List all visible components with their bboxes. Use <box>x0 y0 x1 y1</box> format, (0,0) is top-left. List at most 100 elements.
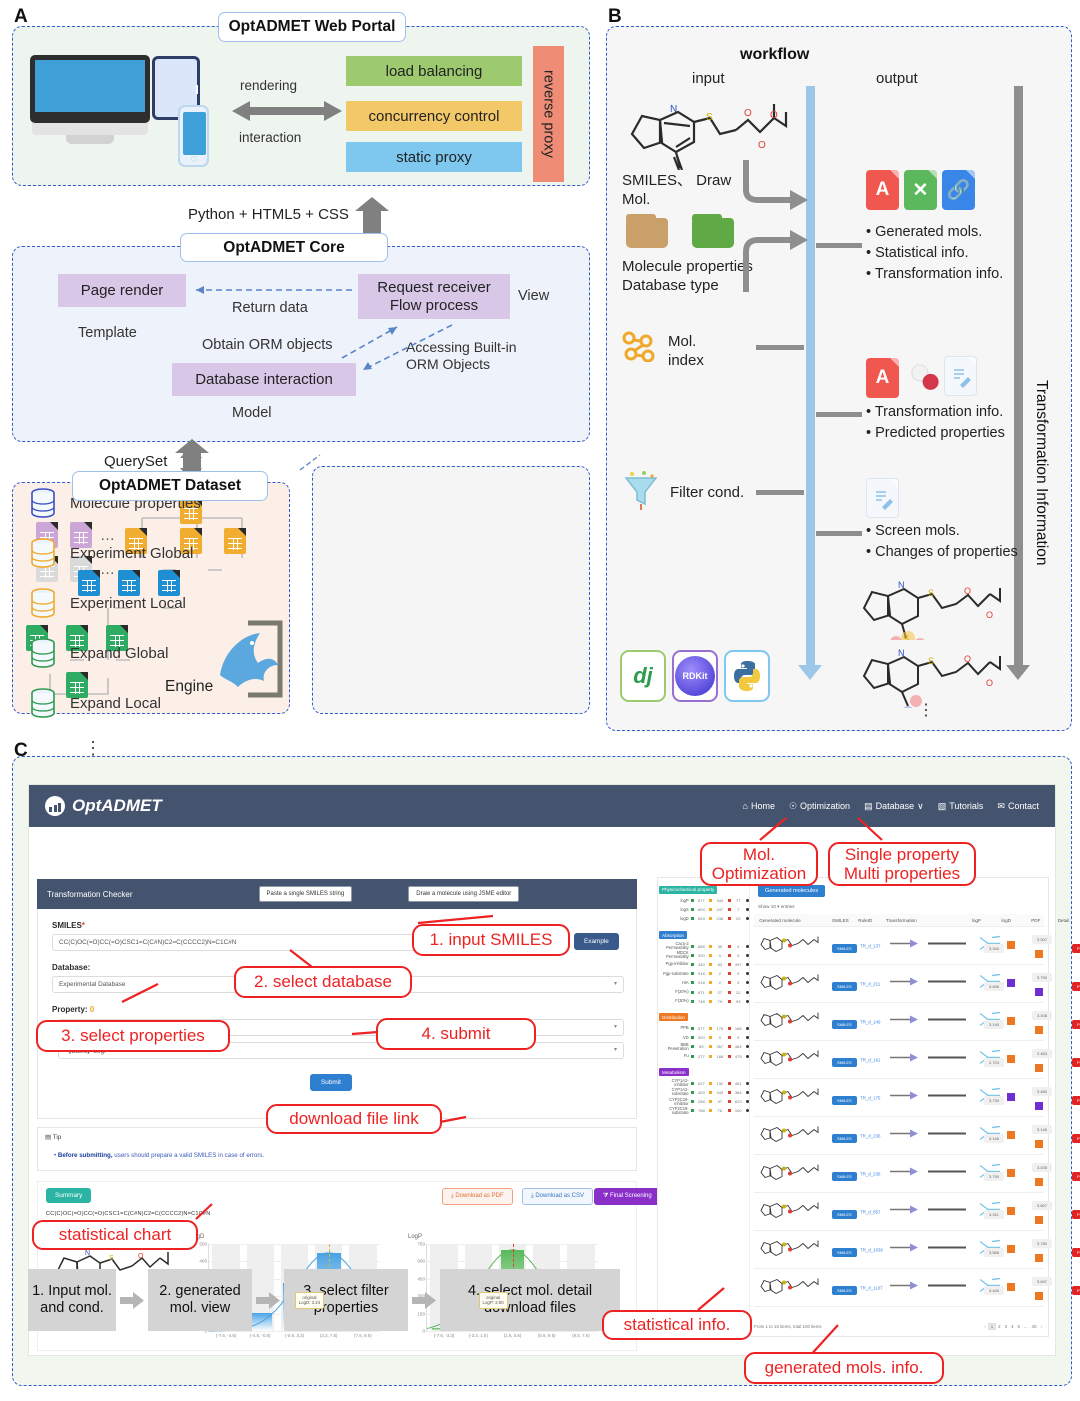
row-pdf-button[interactable]: PDF <box>1072 937 1080 955</box>
sidebar-property-row[interactable]: HIA 918 2 0 <box>658 978 749 987</box>
row-pdf-button[interactable]: PDF <box>1072 1241 1080 1259</box>
show-entries-select[interactable]: Show 10 ▾ entries <box>758 904 795 910</box>
sidebar-property-row[interactable]: CYP2C19-substrate 766 76 100 <box>658 1106 749 1115</box>
table-row[interactable]: SMILESTR_d_1373.3403.007PDFDetail <box>754 927 1080 965</box>
table-row[interactable]: SMILESTR_d_1753.7303.480PDFDetail <box>754 1079 1080 1117</box>
sidebar-property-row[interactable]: Fu 277 168 475 <box>658 1051 749 1060</box>
draw-molecule-button[interactable]: Draw a molecule using JSME editor <box>408 886 520 902</box>
pagination[interactable]: ‹ 1 2 3 4 5... 40 › <box>982 1322 1044 1330</box>
row-smiles-button[interactable]: SMILES <box>832 1165 857 1183</box>
pagination-item[interactable]: › <box>1039 1324 1044 1329</box>
pagination-item[interactable]: 2 <box>996 1324 1002 1329</box>
row-smiles-button[interactable]: SMILES <box>832 1089 857 1107</box>
sidebar-property-row[interactable]: logD 653 238 29 <box>658 914 749 923</box>
settings-dot-icon[interactable] <box>746 1109 749 1113</box>
nav-item-home[interactable]: ⌂ Home <box>743 801 775 812</box>
sidebar-property-row[interactable]: CYP1A2-substrate 453 243 364 <box>658 1088 749 1097</box>
table-row[interactable]: SMILESTR_d_10363.5663.780PDFDetail <box>754 1231 1080 1269</box>
settings-dot-icon[interactable] <box>746 1036 749 1040</box>
sidebar-property-row[interactable]: F(30%) 748 79 93 <box>658 997 749 1006</box>
sidebar-property-row[interactable]: PPB 577 175 168 <box>658 1024 749 1033</box>
row-pdf-button[interactable]: PDF <box>1072 1165 1080 1183</box>
example-button[interactable]: Example <box>574 933 619 950</box>
row-smiles-button[interactable]: SMILES <box>832 1127 857 1145</box>
sidebar-property-row[interactable]: F(20%) 871 27 22 <box>658 988 749 997</box>
sidebar-property-row[interactable]: MDCK Permeability 920 0 0 <box>658 951 749 960</box>
nav-item-label: Home <box>750 801 775 811</box>
pagination-item[interactable]: 40 <box>1030 1324 1039 1329</box>
settings-dot-icon[interactable] <box>746 981 749 985</box>
row-smiles-button[interactable]: SMILES <box>832 1013 857 1031</box>
pagination-item[interactable]: 4 <box>1009 1324 1015 1329</box>
settings-dot-icon[interactable] <box>746 1100 749 1104</box>
sidebar-property-row[interactable]: VD 920 0 0 <box>658 1033 749 1042</box>
final-screening-button[interactable]: ⧩ Final Screening <box>594 1188 661 1205</box>
yellow-count: 79 <box>717 998 723 1004</box>
sidebar-property-row[interactable]: CYP2C19-inhibitor 268 97 623 <box>658 1097 749 1106</box>
row-rule-id[interactable]: TR_d_211 <box>860 981 880 986</box>
row-rule-id[interactable]: TR_d_236 <box>860 1171 881 1176</box>
sidebar-property-row[interactable]: BBB Penetration 89 367 464 <box>658 1042 749 1051</box>
row-pdf-button[interactable]: PDF <box>1072 1203 1080 1221</box>
table-row[interactable]: SMILESTR_d_2113.4563.790PDFDetail <box>754 965 1080 1003</box>
settings-dot-icon[interactable] <box>746 953 749 957</box>
row-pdf-button[interactable]: PDF <box>1072 1279 1080 1297</box>
sidebar-property-row[interactable]: logS 604 247 7 <box>658 905 749 914</box>
settings-dot-icon[interactable] <box>746 1054 749 1058</box>
sidebar-property-row[interactable]: Pgp-substrate 918 2 0 <box>658 969 749 978</box>
table-row[interactable]: SMILESTR_d_2363.7903.435PDFDetail <box>754 1155 1080 1193</box>
row-rule-id[interactable]: TR_d_175 <box>860 1095 881 1100</box>
table-row[interactable]: SMILESTR_d_1612.7242.483PDFDetail <box>754 1041 1080 1079</box>
settings-dot-icon[interactable] <box>746 908 749 912</box>
settings-dot-icon[interactable] <box>746 963 749 967</box>
download-csv-button[interactable]: ⤓ Download as CSV <box>522 1188 594 1205</box>
row-smiles-button[interactable]: SMILES <box>832 975 857 993</box>
settings-dot-icon[interactable] <box>746 917 749 921</box>
nav-item-optimization[interactable]: ☉ Optimization <box>789 801 850 812</box>
nav-item-database[interactable]: ▤ Database ∨ <box>864 801 924 812</box>
row-pdf-button[interactable]: PDF <box>1072 1051 1080 1069</box>
settings-dot-icon[interactable] <box>746 972 749 976</box>
row-smiles-button[interactable]: SMILES <box>832 1279 857 1297</box>
row-rule-id[interactable]: TR_d_236 <box>860 1133 881 1138</box>
submit-button[interactable]: Submit <box>310 1074 352 1091</box>
table-row[interactable]: SMILESTR_d_2363.1453.145PDFDetail <box>754 1117 1080 1155</box>
row-pdf-button[interactable]: PDF <box>1072 975 1080 993</box>
download-pdf-button[interactable]: ⤓ Download as PDF <box>442 1188 513 1205</box>
nav-item-tutorials[interactable]: ▧ Tutorials <box>938 801 984 812</box>
pagination-item[interactable]: ... <box>1022 1324 1030 1329</box>
row-rule-id[interactable]: TR_d_161 <box>860 1057 881 1062</box>
pagination-item[interactable]: 1 <box>987 1322 997 1330</box>
settings-dot-icon[interactable] <box>746 990 749 994</box>
row-rule-id[interactable]: TR_d_137 <box>860 943 881 948</box>
sidebar-property-row[interactable]: Caco-2 Permeability 865 35 0 <box>658 941 749 951</box>
settings-dot-icon[interactable] <box>746 999 749 1003</box>
settings-dot-icon[interactable] <box>746 944 749 948</box>
settings-dot-icon[interactable] <box>746 899 749 903</box>
row-pdf-button[interactable]: PDF <box>1072 1089 1080 1107</box>
row-rule-id[interactable]: TR_d_1107 <box>860 1285 883 1290</box>
sidebar-property-row[interactable]: logP 677 344 77 <box>658 896 749 905</box>
sidebar-property-row[interactable]: Pgp-inhibitor 340 83 497 <box>658 960 749 969</box>
settings-dot-icon[interactable] <box>746 1090 749 1094</box>
row-smiles-button[interactable]: SMILES <box>832 1241 857 1259</box>
settings-dot-icon[interactable] <box>746 1045 749 1049</box>
table-row[interactable]: SMILESTR_d_11073.4403.697PDFDetail <box>754 1269 1080 1307</box>
row-pdf-button[interactable]: PDF <box>1072 1127 1080 1145</box>
row-rule-id[interactable]: TR_d_149 <box>860 1019 881 1024</box>
table-row[interactable]: SMILESTR_d_1493.1403.108PDFDetail <box>754 1003 1080 1041</box>
settings-dot-icon[interactable] <box>746 1026 749 1030</box>
pagination-item[interactable]: 5 <box>1016 1324 1022 1329</box>
row-rule-id[interactable]: TR_d_1036 <box>860 1247 883 1252</box>
row-rule-id[interactable]: TR_d_857 <box>860 1209 881 1214</box>
brand-logo[interactable]: OptADMET <box>45 796 162 816</box>
paste-smiles-button[interactable]: Paste a single SMILES string <box>258 886 353 902</box>
row-smiles-button[interactable]: SMILES <box>832 1203 857 1221</box>
row-pdf-button[interactable]: PDF <box>1072 1013 1080 1031</box>
pagination-item[interactable]: ‹ <box>982 1324 987 1329</box>
row-smiles-button[interactable]: SMILES <box>832 937 857 955</box>
table-row[interactable]: SMILESTR_d_8573.3113.607PDFDetail <box>754 1193 1080 1231</box>
settings-dot-icon[interactable] <box>746 1081 749 1085</box>
nav-item-contact[interactable]: ✉ Contact <box>997 801 1039 812</box>
row-smiles-button[interactable]: SMILES <box>832 1051 857 1069</box>
